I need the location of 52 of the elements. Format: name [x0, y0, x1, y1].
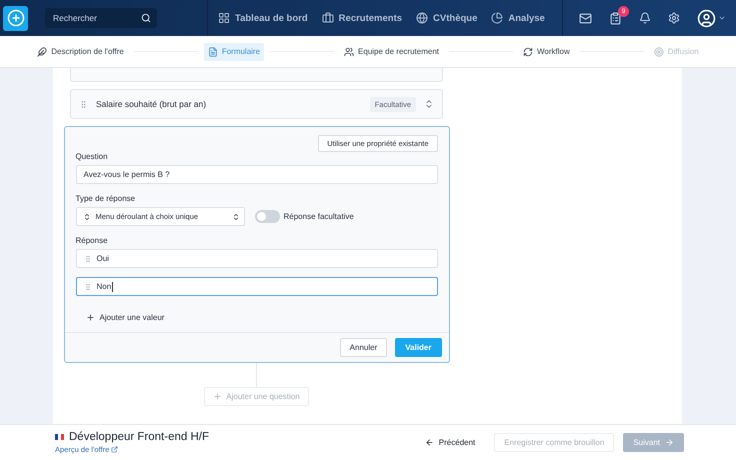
- avatar-icon[interactable]: [697, 8, 726, 28]
- people-icon: [344, 46, 354, 56]
- flag-icon: [55, 434, 64, 440]
- drag-handle-icon: [84, 254, 92, 262]
- document-icon: [208, 46, 218, 56]
- answer-text: Oui: [96, 254, 109, 263]
- nav-link[interactable]: CVthèque: [416, 12, 478, 24]
- select-caret-icon: [232, 212, 240, 220]
- arrow-right-icon: [665, 438, 674, 447]
- text-cursor: [112, 282, 114, 292]
- search-field[interactable]: Rechercher: [45, 8, 157, 28]
- search-icon: [141, 13, 151, 23]
- answer-field[interactable]: Non: [76, 277, 438, 296]
- target-icon: [654, 46, 664, 56]
- answer-field[interactable]: Oui: [76, 249, 438, 268]
- nav-link[interactable]: Tableau de bord: [218, 12, 308, 24]
- nav-link[interactable]: Recrutements: [322, 12, 402, 24]
- bell-icon[interactable]: [639, 12, 651, 24]
- add-logo-button[interactable]: [3, 6, 28, 30]
- field-label: Type de réponse: [76, 194, 136, 203]
- clipboard-icon[interactable]: [609, 12, 622, 24]
- toggle-label: Réponse facultative: [284, 212, 354, 221]
- mail-icon[interactable]: [579, 12, 592, 24]
- arrow-left-icon: [424, 438, 434, 447]
- pie-chart-icon: [491, 12, 504, 24]
- field-label: Question: [76, 152, 109, 161]
- expand-icon[interactable]: [424, 99, 434, 109]
- sort-icon: [82, 212, 90, 220]
- step-tab[interactable]: Workflow: [518, 42, 574, 60]
- settings-icon[interactable]: [668, 12, 680, 24]
- grid-icon: [218, 12, 230, 24]
- question-label: Salaire souhaité (brut par an): [96, 99, 208, 109]
- step-tab[interactable]: Description de l'offre: [33, 42, 128, 60]
- job-title: Développeur Front-end H/F: [69, 431, 209, 443]
- previous-link[interactable]: Précédent: [424, 438, 476, 447]
- drag-handle-icon: [79, 100, 88, 108]
- nav-link[interactable]: Analyse: [491, 12, 545, 24]
- optional-toggle[interactable]: [254, 210, 280, 223]
- drag-handle-icon: [84, 282, 92, 290]
- plus-icon: [86, 313, 94, 322]
- field-label: Réponse: [76, 236, 109, 245]
- briefcase-icon: [322, 12, 334, 24]
- external-link-icon: [111, 446, 118, 453]
- step-tab[interactable]: Equipe de recrutement: [340, 42, 443, 60]
- globe-icon: [416, 12, 428, 24]
- question-field[interactable]: Avez-vous le permis B ?: [76, 165, 438, 184]
- cancel-button[interactable]: Annuler: [340, 338, 388, 357]
- plus-icon: [213, 392, 222, 401]
- feather-icon: [37, 46, 48, 56]
- answer-text: Non: [96, 282, 112, 291]
- add-value-link[interactable]: Ajouter une valeur: [86, 313, 438, 322]
- refresh-icon: [522, 46, 533, 56]
